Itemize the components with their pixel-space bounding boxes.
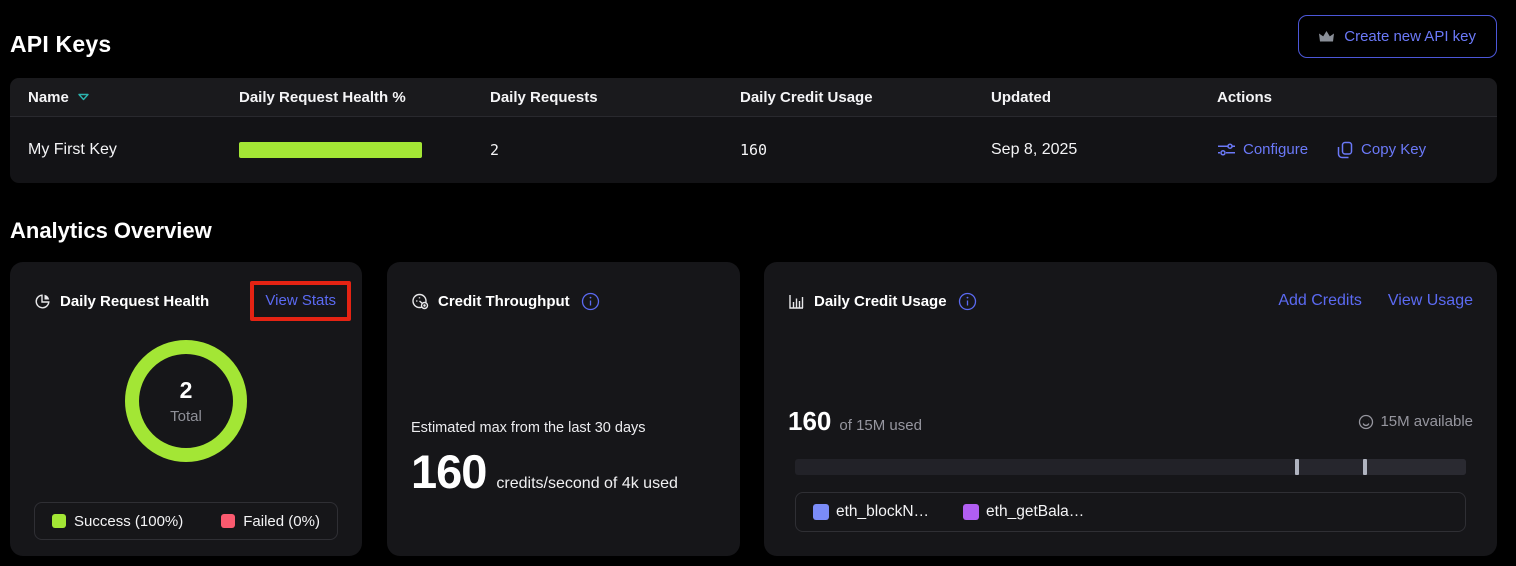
credit-usage-progress-bar — [795, 459, 1466, 475]
credit-throughput-card: Credit Throughput Estimated max from the… — [387, 262, 740, 556]
configure-link[interactable]: Configure — [1217, 141, 1308, 158]
daily-request-health-card: Daily Request Health View Stats 2 Total … — [10, 262, 362, 556]
info-icon[interactable] — [581, 292, 600, 311]
credits-available-label: 15M available — [1380, 413, 1473, 430]
create-new-api-key-button[interactable]: Create new API key — [1298, 15, 1497, 58]
donut-total-label: Total — [170, 408, 202, 425]
api-keys-table: Name Daily Request Health % Daily Reques… — [10, 78, 1497, 183]
failed-label: Failed (0%) — [243, 513, 320, 530]
page-title: API Keys — [10, 31, 111, 58]
progress-marker — [1295, 459, 1299, 475]
usage-legend: eth_blockN… eth_getBala… — [795, 492, 1466, 532]
pie-chart-icon — [34, 293, 51, 310]
highlight-box: View Stats — [250, 281, 351, 321]
daily-credit-usage-card: Daily Credit Usage Add Credits View Usag… — [764, 262, 1497, 556]
configure-label: Configure — [1243, 141, 1308, 158]
card-title-label: Daily Credit Usage — [814, 293, 947, 310]
progress-marker — [1363, 459, 1367, 475]
column-actions: Actions — [1217, 89, 1272, 106]
daily-requests-value: 2 — [490, 141, 499, 159]
throughput-subtitle: Estimated max from the last 30 days — [411, 420, 716, 436]
table-header-row: Name Daily Request Health % Daily Reques… — [10, 78, 1497, 117]
analytics-overview-title: Analytics Overview — [10, 218, 212, 244]
crown-icon — [1319, 30, 1334, 43]
failed-swatch — [221, 514, 235, 528]
health-bar — [239, 142, 422, 158]
throughput-unit: credits/second of 4k used — [496, 475, 677, 493]
copy-icon — [1337, 141, 1354, 159]
success-label: Success (100%) — [74, 513, 183, 530]
meter-icon — [1358, 414, 1374, 430]
card-title-label: Credit Throughput — [438, 293, 570, 310]
column-credit-usage: Daily Credit Usage — [740, 89, 873, 106]
donut-total-value: 2 — [180, 377, 193, 404]
sliders-icon — [1217, 141, 1236, 158]
api-keys-dashboard: API Keys Create new API key Name Daily R… — [0, 0, 1516, 566]
legend-item-success: Success (100%) — [52, 513, 183, 530]
sort-chevron-icon[interactable] — [78, 93, 89, 102]
legend-item-eth-blocknumber: eth_blockN… — [813, 503, 929, 521]
card-title-label: Daily Request Health — [60, 293, 209, 310]
table-row: My First Key 2 160 Sep 8, 2025 Configure… — [10, 117, 1497, 182]
info-icon[interactable] — [958, 292, 977, 311]
credits-used-value: 160 — [788, 406, 831, 437]
column-health: Daily Request Health % — [239, 89, 406, 106]
request-health-donut: 2 Total — [125, 340, 247, 462]
bar-chart-icon — [788, 293, 805, 310]
view-stats-link[interactable]: View Stats — [265, 292, 336, 309]
column-updated: Updated — [991, 89, 1051, 106]
health-legend: Success (100%) Failed (0%) — [34, 502, 338, 540]
eth-getbalance-swatch — [963, 504, 979, 520]
copy-key-label: Copy Key — [1361, 141, 1426, 158]
add-credits-link[interactable]: Add Credits — [1278, 292, 1362, 310]
create-button-label: Create new API key — [1344, 28, 1476, 45]
credits-used-label: of 15M used — [839, 417, 922, 434]
legend-item-failed: Failed (0%) — [221, 513, 320, 530]
eth-blocknumber-swatch — [813, 504, 829, 520]
success-swatch — [52, 514, 66, 528]
legend-item-eth-getbalance: eth_getBala… — [963, 503, 1084, 521]
daily-credit-usage-value: 160 — [740, 141, 767, 159]
eth-blocknumber-label: eth_blockN… — [836, 503, 929, 521]
column-name[interactable]: Name — [28, 89, 69, 106]
view-usage-link[interactable]: View Usage — [1388, 292, 1473, 310]
key-name: My First Key — [28, 141, 117, 159]
progress-segment — [1363, 459, 1466, 475]
gauge-icon — [411, 292, 429, 310]
copy-key-link[interactable]: Copy Key — [1337, 141, 1426, 159]
column-requests: Daily Requests — [490, 89, 598, 106]
eth-getbalance-label: eth_getBala… — [986, 503, 1084, 521]
throughput-value: 160 — [411, 444, 486, 499]
updated-value: Sep 8, 2025 — [991, 141, 1077, 159]
